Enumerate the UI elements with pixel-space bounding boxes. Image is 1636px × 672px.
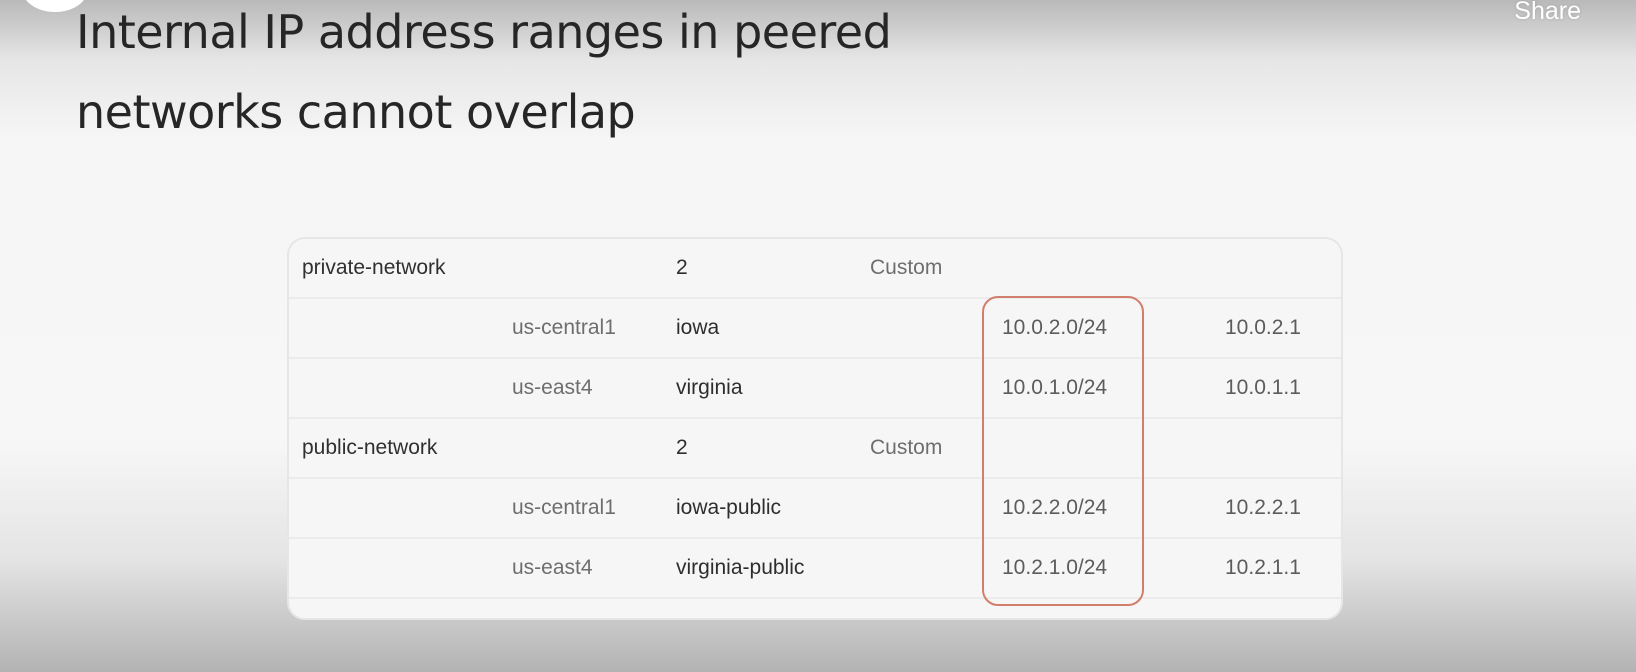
title-line-2: networks cannot overlap	[76, 85, 636, 139]
subnet-name: iowa	[676, 316, 720, 339]
network-name: public-network	[302, 436, 438, 459]
table-row-subnet: us-central1 iowa 10.0.2.0/24 10.0.2.1	[289, 299, 1341, 359]
table-row-network: public-network 2 Custom	[289, 419, 1341, 479]
subnet-name: virginia-public	[676, 556, 805, 579]
gateway: 10.2.1.1	[1225, 556, 1301, 579]
subnet-mode: Custom	[870, 256, 943, 279]
subnet-mode: Custom	[870, 436, 943, 459]
table-row-subnet: us-east4 virginia 10.0.1.0/24 10.0.1.1	[289, 359, 1341, 419]
gateway: 10.0.2.1	[1225, 316, 1301, 339]
region: us-east4	[512, 556, 593, 579]
subnet-name: iowa-public	[676, 496, 782, 519]
vpc-network-table: private-network 2 Custom us-central1 iow…	[287, 237, 1343, 620]
table-row-subnet: us-east4 virginia-public 10.2.1.0/24 10.…	[289, 539, 1341, 599]
subnet-count: 2	[676, 256, 688, 279]
gateway: 10.2.2.1	[1225, 496, 1301, 519]
network-name: private-network	[302, 256, 446, 279]
region: us-central1	[512, 316, 616, 339]
ip-range-highlight-box	[982, 296, 1144, 606]
region: us-east4	[512, 376, 593, 399]
title-line-1: Internal IP address ranges in peered	[76, 5, 892, 59]
table-row-subnet: us-central1 iowa-public 10.2.2.0/24 10.2…	[289, 479, 1341, 539]
subnet-name: virginia	[676, 376, 743, 399]
subnet-count: 2	[676, 436, 688, 459]
slide-title: Internal IP address ranges in peered net…	[76, 0, 892, 152]
share-button[interactable]: Share	[1514, 0, 1581, 26]
region: us-central1	[512, 496, 616, 519]
table-row-network: private-network 2 Custom	[289, 239, 1341, 299]
gateway: 10.0.1.1	[1225, 376, 1301, 399]
